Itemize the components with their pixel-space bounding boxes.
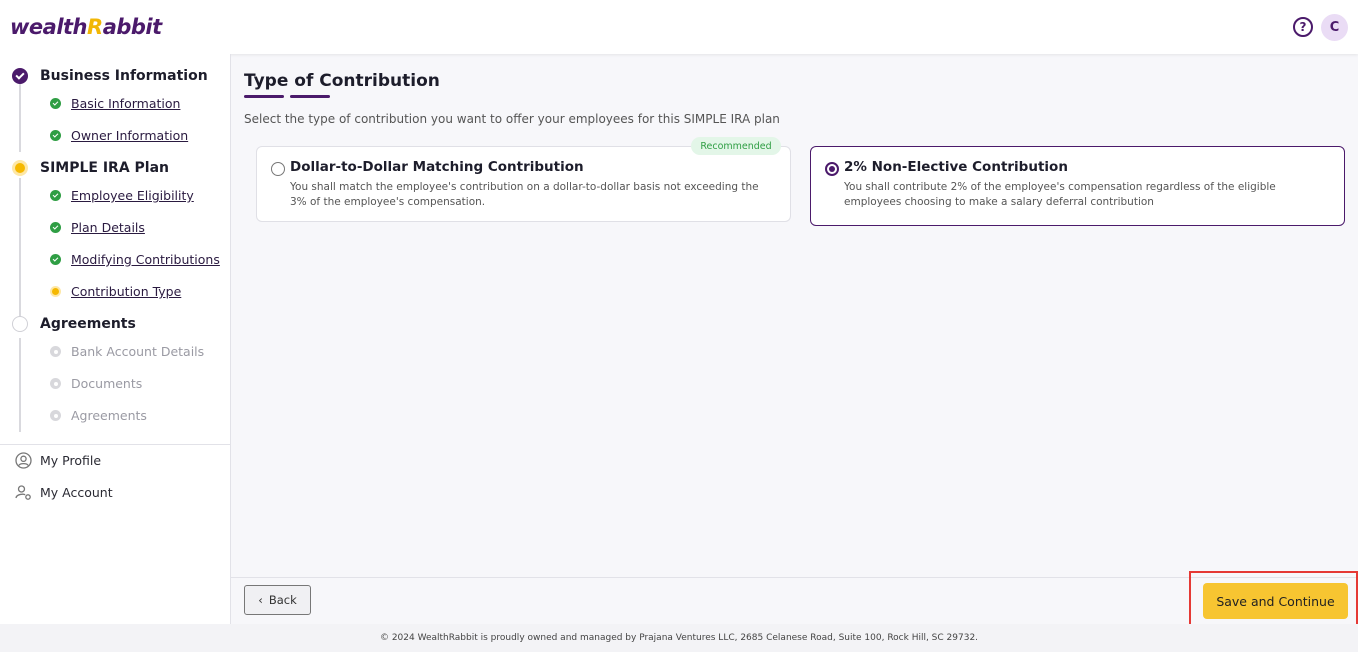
step-label: Agreements [40, 316, 136, 332]
option-description: You shall match the employee's contribut… [290, 181, 759, 208]
sidebar-item-label[interactable]: Contribution Type [71, 284, 181, 299]
step-connector [19, 178, 21, 318]
sidebar-item-label: Bank Account Details [71, 344, 205, 359]
step-connector [19, 82, 21, 152]
pending-icon [50, 410, 61, 421]
current-step-icon [50, 286, 61, 297]
step-simple-ira-plan[interactable]: SIMPLE IRA Plan [12, 160, 169, 176]
option-non-elective[interactable]: 2% Non-Elective Contribution You shall c… [810, 146, 1345, 226]
sidebar-item-my-account[interactable]: My Account [15, 484, 113, 501]
sidebar-item-contribution-type[interactable]: Contribution Type [50, 284, 181, 299]
save-and-continue-button[interactable]: Save and Continue [1203, 583, 1348, 619]
wealthrabbit-logo[interactable]: wealthRabbit [10, 15, 162, 39]
sidebar-item-employee-eligibility[interactable]: Employee Eligibility [50, 188, 194, 203]
nav-label: My Account [40, 485, 113, 500]
sidebar-item-modifying-contributions[interactable]: Modifying Contributions [50, 252, 220, 267]
sidebar-item-owner-information[interactable]: Owner Information [50, 128, 188, 143]
sidebar-item-label[interactable]: Modifying Contributions [71, 252, 220, 267]
sidebar-divider [0, 444, 230, 445]
sidebar-item-basic-information[interactable]: Basic Information [50, 96, 180, 111]
pending-icon [50, 378, 61, 389]
title-underline [290, 95, 330, 98]
option-title: 2% Non-Elective Contribution [844, 159, 1068, 175]
step-label: SIMPLE IRA Plan [40, 160, 170, 176]
sidebar-item-label: Documents [71, 376, 143, 391]
profile-icon [15, 452, 32, 469]
nav-label: My Profile [40, 453, 102, 468]
sidebar-item-label[interactable]: Basic Information [71, 96, 180, 111]
check-icon [50, 98, 61, 109]
back-button[interactable]: ‹ Back [244, 585, 311, 615]
top-right-controls: ? C [1293, 13, 1348, 41]
radio-button[interactable] [271, 162, 285, 176]
sidebar: Business Information Basic Information O… [0, 54, 231, 624]
sidebar-item-bank-account-details: Bank Account Details [50, 344, 204, 359]
sidebar-item-my-profile[interactable]: My Profile [15, 452, 101, 469]
sidebar-item-label[interactable]: Owner Information [71, 128, 188, 143]
check-icon [50, 190, 61, 201]
step-business-information[interactable]: Business Information [12, 68, 208, 84]
check-icon [50, 130, 61, 141]
chevron-left-icon: ‹ [258, 593, 263, 607]
recommended-badge: Recommended [691, 137, 781, 155]
copyright-footer: © 2024 WealthRabbit is proudly owned and… [0, 624, 1358, 652]
step-pending-icon [12, 316, 28, 332]
help-icon[interactable]: ? [1293, 17, 1313, 37]
account-settings-icon [15, 485, 31, 500]
top-bar: wealthRabbit ? C [0, 0, 1358, 54]
pending-icon [50, 346, 61, 357]
sidebar-item-agreements: Agreements [50, 408, 147, 423]
option-dollar-matching[interactable]: Dollar-to-Dollar Matching Contribution Y… [256, 146, 791, 222]
step-current-icon [12, 160, 28, 176]
check-icon [50, 222, 61, 233]
step-complete-icon [12, 68, 28, 84]
sidebar-item-plan-details[interactable]: Plan Details [50, 220, 145, 235]
back-label: Back [268, 593, 297, 607]
check-icon [50, 254, 61, 265]
avatar[interactable]: C [1321, 13, 1348, 41]
option-description: You shall contribute 2% of the employee'… [844, 181, 1276, 208]
sidebar-item-label[interactable]: Plan Details [71, 220, 145, 235]
option-title: Dollar-to-Dollar Matching Contribution [290, 159, 584, 175]
page-subtitle: Select the type of contribution you want… [244, 112, 780, 126]
step-connector [19, 338, 21, 432]
sidebar-item-label[interactable]: Employee Eligibility [71, 188, 194, 203]
sidebar-item-label: Agreements [71, 408, 147, 423]
step-agreements[interactable]: Agreements [12, 316, 136, 332]
radio-button-selected[interactable] [825, 162, 839, 176]
title-underline [244, 95, 284, 98]
page-title: Type of Contribution [244, 71, 440, 91]
step-label: Business Information [40, 68, 208, 84]
sidebar-item-documents: Documents [50, 376, 142, 391]
